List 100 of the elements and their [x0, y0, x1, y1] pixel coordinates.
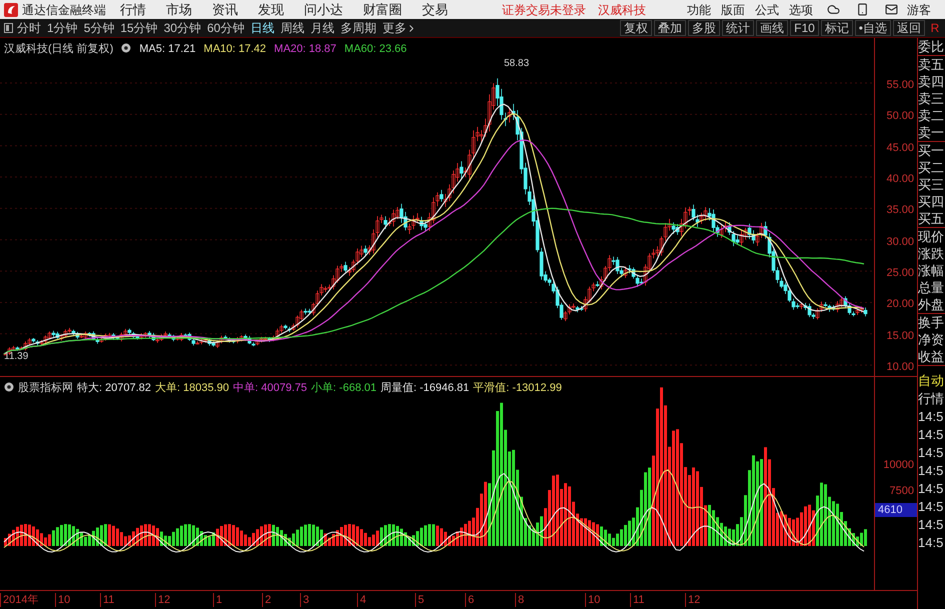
quote-field-label: 涨跌	[918, 245, 945, 262]
toolbar-item[interactable]: 版面	[721, 0, 745, 18]
trade-time: 14:5	[918, 408, 944, 425]
chart-tool-button[interactable]: •自选	[854, 20, 891, 36]
indicator-value: 特大: 20707.82	[77, 381, 152, 396]
quote-field-label: 卖五	[918, 56, 945, 73]
quote-field-label: 卖二	[918, 107, 945, 124]
period-tab[interactable]: 日线	[250, 19, 274, 37]
date-axis-label: 6	[465, 593, 474, 607]
period-tab[interactable]: 月线	[310, 19, 334, 37]
period-tab[interactable]: 多周期	[340, 19, 376, 37]
quote-field-label: 买一	[918, 142, 945, 159]
indicator-axis-label: 10000	[883, 458, 914, 473]
indicator-value: 平滑值: -13012.99	[473, 381, 562, 396]
trade-panel-title: 行情	[918, 390, 945, 407]
date-axis-label: 12	[685, 593, 700, 607]
price-axis-label: 15.00	[886, 328, 914, 344]
chart-tool-button[interactable]: 复权	[620, 20, 652, 36]
menu-item[interactable]: 问小达	[304, 0, 343, 20]
trade-time: 14:5	[918, 462, 944, 479]
corner-mark: R	[930, 20, 940, 37]
quote-field-label: 总量	[918, 279, 945, 296]
ma-value: MA60: 23.66	[344, 42, 407, 57]
chart-tool-button[interactable]: 统计	[722, 20, 754, 36]
ma-value: MA20: 18.87	[274, 42, 336, 57]
period-tab[interactable]: 分时	[17, 19, 41, 37]
quote-field-label: 卖四	[918, 73, 945, 90]
price-axis-label: 25.00	[886, 266, 914, 282]
quote-field-label: 现价	[918, 228, 945, 245]
trade-time: 14:5	[918, 426, 944, 443]
login-status[interactable]: 证券交易未登录	[502, 0, 586, 18]
date-axis-label: 8	[515, 593, 524, 607]
app-title: 通达信金融终端	[22, 2, 107, 18]
phone-icon[interactable]	[856, 3, 869, 16]
cloud-icon[interactable]	[827, 3, 840, 16]
quote-field-label: 卖三	[918, 90, 945, 107]
indicator-value: 大单: 18035.90	[155, 381, 230, 396]
menu-item[interactable]: 发现	[258, 0, 284, 20]
date-axis-label: 5	[415, 593, 424, 607]
quote-field-label: 外盘	[918, 296, 945, 313]
settings-icon[interactable]	[4, 382, 14, 392]
trade-time: 14:5	[918, 516, 944, 533]
trade-time: 14:5	[918, 480, 944, 497]
chart-tool-button[interactable]: 叠加	[654, 20, 686, 36]
price-axis-label: 50.00	[886, 109, 914, 124]
quote-field-label: 净资	[918, 331, 945, 348]
menu-item[interactable]: 交易	[422, 0, 448, 20]
menu-item[interactable]: 行情	[120, 0, 146, 20]
ma-value: MA10: 17.42	[204, 42, 266, 57]
indicator-axis-label: 7500	[890, 484, 914, 499]
toolbar-item[interactable]: 选项	[789, 0, 813, 18]
period-tab[interactable]: 5分钟	[84, 19, 114, 37]
quote-field-label: 收益	[918, 348, 945, 365]
price-axis-label: 45.00	[886, 140, 914, 156]
quote-field-label: 买三	[918, 176, 945, 193]
date-axis-label: 11	[100, 593, 114, 607]
chart-tool-button[interactable]: 标记	[820, 20, 853, 36]
trade-time: 14:5	[918, 498, 944, 515]
chart-tool-button[interactable]: F10	[790, 20, 819, 36]
date-axis-label: 3	[300, 593, 310, 607]
price-axis-label: 30.00	[886, 234, 914, 250]
high-price-label: 58.83	[504, 57, 530, 71]
chart-tool-button[interactable]: 画线	[756, 20, 788, 36]
quote-field-label: 卖一	[918, 124, 945, 141]
menu-item[interactable]: 财富圈	[363, 0, 402, 20]
quote-field-label: 委比	[918, 38, 945, 55]
quote-field-label: 买二	[918, 159, 945, 176]
date-axis-label: 12	[155, 593, 170, 607]
price-axis-label: 55.00	[886, 78, 914, 93]
auto-mode-label[interactable]: 自动	[918, 372, 945, 389]
price-axis-label: 10.00	[886, 360, 914, 376]
quote-field-label: 涨幅	[918, 262, 945, 279]
mail-icon[interactable]	[885, 3, 898, 16]
period-tab[interactable]: 周线	[280, 19, 304, 37]
trade-time: 14:5	[918, 444, 944, 461]
toolbar-item[interactable]: 公式	[755, 0, 779, 18]
user-name[interactable]: 游客	[907, 0, 931, 18]
menu-item[interactable]: 资讯	[212, 0, 238, 20]
period-tab[interactable]: 60分钟	[207, 19, 244, 37]
low-price-label: 11.39	[4, 350, 28, 364]
chart-tool-button[interactable]: 返回	[893, 20, 925, 36]
menu-item[interactable]: 市场	[166, 0, 192, 20]
date-axis-label: 10	[585, 593, 600, 607]
indicator-value: 周量值: -16946.81	[380, 381, 470, 396]
window-icon[interactable]	[4, 23, 13, 33]
date-axis-label: 2014年	[0, 593, 38, 607]
quote-field-label: 换手	[918, 314, 945, 331]
ma-value: MA5: 17.21	[139, 42, 196, 57]
period-tab[interactable]: 15分钟	[120, 19, 158, 37]
settings-icon[interactable]	[121, 43, 132, 53]
date-axis-label: 1	[213, 593, 222, 607]
price-axis-label: 20.00	[886, 297, 914, 312]
toolbar-item[interactable]: 功能	[687, 0, 711, 18]
indicator-name: 股票指标网	[18, 381, 73, 396]
period-tab[interactable]: 1分钟	[47, 19, 78, 37]
period-tab[interactable]: 30分钟	[164, 19, 202, 37]
price-axis-label: 40.00	[886, 172, 914, 188]
chart-tool-button[interactable]: 多股	[688, 20, 720, 36]
period-tab[interactable]: 更多	[382, 19, 418, 37]
app-logo-icon	[4, 2, 18, 16]
